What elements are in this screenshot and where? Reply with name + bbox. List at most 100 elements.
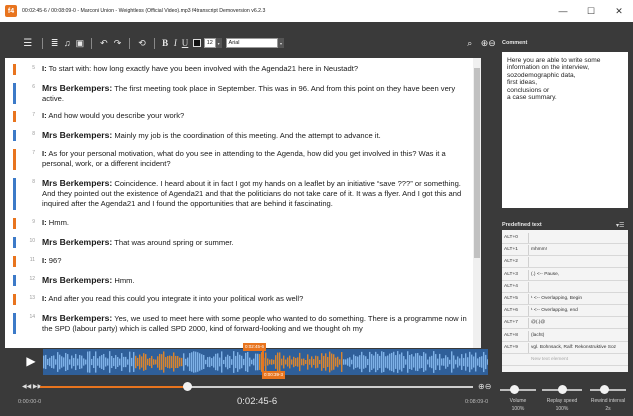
underline-button[interactable]: U [180, 36, 190, 50]
transcript-row[interactable]: 9 I: Hmm. [5, 218, 481, 229]
transcript-row[interactable]: 5 I: To start with: how long exactly have… [5, 64, 481, 75]
waveform-bar [173, 352, 175, 372]
row-text[interactable]: I: And after you read this could you int… [42, 294, 472, 304]
waveform-bar [327, 356, 329, 368]
waveform-bar [475, 352, 477, 372]
play-button[interactable]: ▶ [23, 350, 39, 372]
waveform-bar [239, 354, 241, 370]
predefined-text-row[interactable]: ALT+5 ¹ <-- Overlapping, Begin [502, 294, 628, 305]
menu-icon[interactable]: ☰ [18, 36, 37, 50]
app-icon: f4 [5, 5, 17, 17]
text-color-swatch[interactable] [192, 39, 201, 47]
waveform-bar [159, 353, 161, 371]
predefined-text-row[interactable]: ALT+7 @(.)@ [502, 318, 628, 330]
row-text[interactable]: Mrs Berkempers: The first meeting took p… [42, 83, 472, 104]
document-icon[interactable]: ≣ [48, 36, 61, 50]
music-icon[interactable]: ♫ [61, 36, 74, 50]
redo-icon[interactable]: ↷ [111, 36, 125, 50]
row-text[interactable]: Mrs Berkempers: Mainly my job is the coo… [42, 130, 472, 141]
sync-icon[interactable]: ⟲ [135, 36, 149, 50]
predefined-text-row[interactable]: ALT+9 vgl. Bohnsack, Ralf: Rekonstruktive… [502, 342, 628, 354]
waveform-bar [407, 351, 409, 373]
undo-icon[interactable]: ↶ [97, 36, 111, 50]
transcript-scrollbar[interactable] [473, 58, 481, 348]
waveform-bar [377, 353, 379, 371]
predefined-text-row[interactable]: ALT+8 (lacht) [502, 330, 628, 342]
transcript-row[interactable]: 7 I: As for your personal motivation, wha… [5, 149, 481, 170]
slider[interactable] [590, 384, 626, 396]
waveform-bar [199, 353, 201, 371]
transcript-editor[interactable]: 14 Mrs Berkempers: Yes, we used to meet h… [5, 58, 481, 348]
transcript-row[interactable]: 8 Mrs Berkempers: Mainly my job is the co… [5, 130, 481, 141]
slider-handle[interactable] [558, 385, 567, 394]
font-size-field[interactable]: 12 [203, 38, 216, 48]
transcript-row[interactable]: 8 Mrs Berkempers: Coincidence. I heard ab… [5, 178, 481, 210]
slider-handle[interactable] [600, 385, 610, 394]
predefined-text-value[interactable]: vgl. Bohnsack, Ralf: Rekonstruktive Soz [531, 343, 628, 353]
transcript-row[interactable]: 14 Mrs Berkempers: Yes, we used to meet h… [5, 313, 481, 334]
waveform-bar [209, 356, 211, 368]
zoom-icon[interactable]: ⊕⊖ [480, 36, 497, 50]
close-button[interactable]: ✕ [605, 0, 633, 22]
italic-button[interactable]: I [171, 36, 181, 50]
transcript-row[interactable]: 6 Mrs Berkempers: The first meeting took … [5, 83, 481, 104]
transcript-row[interactable]: 7 I: And how would you describe your work… [5, 111, 481, 122]
transcript-row[interactable]: 11 I: 96? [5, 256, 481, 267]
bold-button[interactable]: B [160, 36, 171, 50]
toolbar-divider [42, 37, 44, 49]
slider[interactable] [542, 384, 582, 396]
line-number: 7 [32, 112, 35, 118]
slider[interactable] [500, 384, 536, 396]
predefined-text-row[interactable]: ALT+2 [502, 257, 628, 269]
waveform-bar [389, 353, 391, 371]
predefined-text-value[interactable]: ¹ <-- Overlapping, end [531, 306, 628, 316]
search-icon[interactable]: ⌕ [464, 36, 476, 50]
timeline-zoom-icon[interactable]: ⊕⊖ [478, 382, 491, 391]
row-text[interactable]: I: As for your personal motivation, what… [42, 149, 472, 169]
row-text[interactable]: I: Hmm. [42, 218, 472, 228]
font-name-field[interactable]: Arial [225, 38, 279, 48]
row-text[interactable]: Mrs Berkempers: Coincidence. I heard abo… [42, 178, 472, 209]
row-text[interactable]: I: 96? [42, 256, 472, 266]
waveform-bar [347, 358, 349, 366]
transcript-row[interactable]: 10 Mrs Berkempers: That was around spring… [5, 237, 481, 248]
new-text-element-input[interactable]: New text element [502, 355, 628, 366]
predefined-text-value[interactable]: mhmm! [531, 245, 628, 255]
predefined-text-value[interactable]: @(.)@ [531, 318, 628, 328]
waveform-bar [335, 357, 337, 367]
transcript-row[interactable]: 12 Mrs Berkempers: Hmm. [5, 275, 481, 286]
row-text[interactable]: I: To start with: how long exactly have … [42, 64, 472, 74]
predefined-menu-icon[interactable]: ▾☰ [616, 222, 624, 229]
waveform-bar [427, 359, 429, 365]
predefined-text-value[interactable]: ¹ <-- Overlapping, Begin [531, 294, 628, 304]
transcript-row[interactable]: 13 I: And after you read this could you i… [5, 294, 481, 305]
slider-handle[interactable] [510, 385, 520, 394]
predefined-text-row[interactable]: ALT+6 ¹ <-- Overlapping, end [502, 306, 628, 318]
maximize-button[interactable]: ☐ [577, 0, 605, 22]
waveform-bar [373, 355, 375, 369]
font-size-dropdown-icon[interactable]: ▾ [215, 38, 222, 48]
scrollbar-thumb[interactable] [474, 68, 480, 258]
row-text[interactable]: Mrs Berkempers: That was around spring o… [42, 237, 472, 248]
predefined-text-row[interactable]: ALT+4 [502, 281, 628, 293]
waveform-bar [215, 353, 217, 371]
shortcut-key: ALT+4 [504, 283, 518, 289]
predefined-text-row[interactable]: ALT+3 (.) <-- Pause, [502, 269, 628, 281]
seek-handle[interactable] [183, 382, 193, 391]
waveform-bar [51, 356, 53, 368]
window-controls: — ☐ ✕ [549, 0, 633, 22]
row-text[interactable]: Mrs Berkempers: Hmm. [42, 275, 472, 286]
waveform-bar [83, 358, 85, 366]
save-icon[interactable]: ▣ [74, 36, 87, 50]
comment-text: Here you are able to write some informat… [507, 57, 601, 102]
comment-textarea[interactable]: Here you are able to write some informat… [502, 52, 628, 208]
font-name-dropdown-icon[interactable]: ▾ [278, 38, 284, 48]
row-text[interactable]: Mrs Berkempers: Yes, we used to meet her… [42, 313, 472, 334]
predefined-text-value[interactable]: (.) <-- Pause, [531, 270, 628, 280]
predefined-text-row[interactable]: ALT+1 mhmm! [502, 245, 628, 257]
row-text[interactable]: I: And how would you describe your work? [42, 111, 472, 121]
waveform-bar [123, 356, 125, 368]
predefined-text-row[interactable]: ALT+0 [502, 233, 628, 244]
minimize-button[interactable]: — [549, 0, 577, 22]
predefined-text-value[interactable]: (lacht) [531, 331, 628, 341]
